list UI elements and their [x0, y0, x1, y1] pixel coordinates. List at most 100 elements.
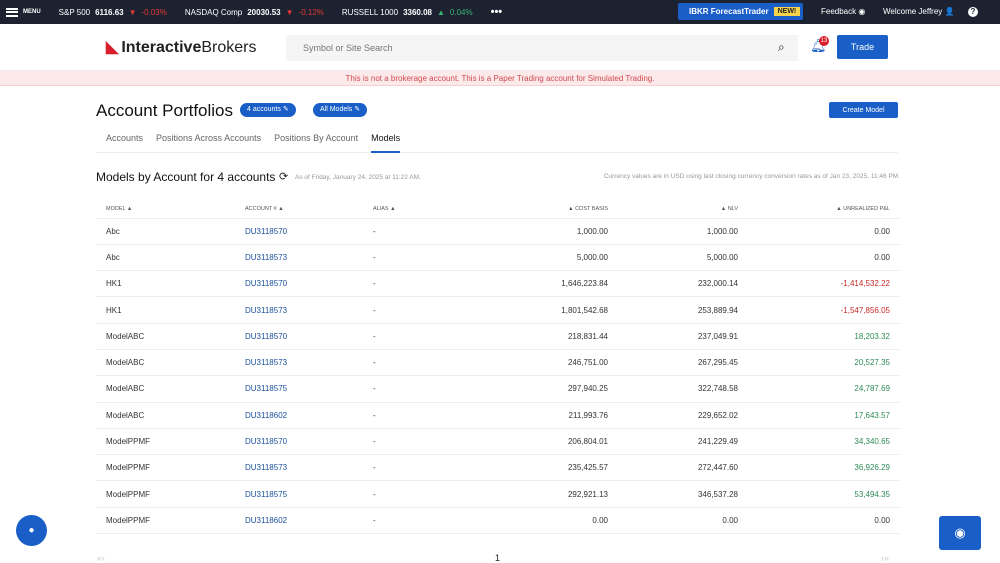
cost-basis-cell: 246,751.00 — [473, 349, 608, 377]
cost-basis-cell: 235,425.57 — [473, 454, 608, 482]
ticker[interactable]: RUSSELL 1000 3360.08 ▲ 0.04% — [342, 8, 473, 17]
pager-prev[interactable]: «‹ — [97, 553, 105, 563]
account-link[interactable]: DU3118570 — [245, 437, 287, 446]
tab-positions-by-account[interactable]: Positions By Account — [264, 125, 358, 152]
pager-next[interactable]: ›» — [881, 553, 889, 563]
header-account[interactable]: ACCOUNT # ▲ — [245, 200, 373, 219]
account-link[interactable]: DU3118573 — [245, 463, 287, 472]
paper-trading-warning: This is not a brokerage account. This is… — [0, 71, 1000, 86]
header-nlv[interactable]: ▲ NLV — [608, 200, 738, 219]
account-cell[interactable]: DU3118573 — [245, 296, 373, 324]
header-model[interactable]: MODEL ▲ — [96, 200, 245, 219]
account-cell[interactable]: DU3118573 — [245, 454, 373, 482]
unrealized-pnl-cell: 34,340.65 — [738, 428, 900, 456]
nlv-cell: 241,229.49 — [608, 428, 738, 456]
account-link[interactable]: DU3118570 — [245, 332, 287, 341]
nlv-cell: 272,447.60 — [608, 454, 738, 482]
refresh-icon[interactable]: ⟳ — [279, 170, 288, 183]
user-icon: 👤 — [944, 7, 955, 16]
model-cell: ModelABC — [96, 349, 245, 377]
account-cell[interactable]: DU3118570 — [245, 323, 373, 350]
nlv-cell: 237,049.91 — [608, 323, 738, 350]
account-link[interactable]: DU3118573 — [245, 358, 287, 367]
table-row: ModelABC DU3118602 - 211,993.76 229,652.… — [96, 402, 900, 429]
cost-basis-cell: 211,993.76 — [473, 402, 608, 429]
alias-cell: - — [373, 507, 473, 535]
nlv-cell: 322,748.58 — [608, 375, 738, 403]
pencil-icon: ✎ — [354, 106, 361, 113]
account-link[interactable]: DU3118570 — [245, 279, 287, 288]
header-unrealized-pnl[interactable]: ▲ UNREALIZED P&L — [738, 200, 900, 219]
cost-basis-cell: 1,646,223.84 — [473, 270, 608, 298]
model-cell: ModelPPMF — [96, 454, 245, 482]
table-row: HK1 DU3118573 - 1,801,542.68 253,889.94 … — [96, 296, 900, 324]
accounts-filter-button[interactable]: 4 accounts ✎ — [240, 103, 296, 117]
header-alias[interactable]: ALIAS ▲ — [373, 200, 473, 219]
account-cell[interactable]: DU3118573 — [245, 349, 373, 377]
tab-positions-across-accounts[interactable]: Positions Across Accounts — [146, 125, 261, 152]
nlv-cell: 232,000.14 — [608, 270, 738, 298]
support-icon: ◉ — [954, 525, 966, 540]
tab-accounts[interactable]: Accounts — [96, 125, 143, 152]
header-cost-basis[interactable]: ▲ COST BASIS — [473, 200, 608, 219]
ticker[interactable]: NASDAQ Comp 20030.53 ▼ -0.12% — [185, 8, 324, 17]
notification-count: 13 — [819, 36, 829, 46]
account-cell[interactable]: DU3118575 — [245, 480, 373, 508]
logo[interactable]: ◣ InteractiveBrokers — [106, 37, 256, 57]
account-link[interactable]: DU3118602 — [245, 411, 287, 420]
unrealized-pnl-cell: 24,787.69 — [738, 375, 900, 403]
unrealized-pnl-cell: 18,203.32 — [738, 323, 900, 350]
account-cell[interactable]: DU3118602 — [245, 402, 373, 429]
unrealized-pnl-cell: 36,926.29 — [738, 454, 900, 482]
table-row: ModelPPMF DU3118570 - 206,804.01 241,229… — [96, 428, 900, 456]
search-icon[interactable]: ⌕ — [778, 40, 785, 55]
table-row: HK1 DU3118570 - 1,646,223.84 232,000.14 … — [96, 270, 900, 298]
models-filter-button[interactable]: All Models ✎ — [313, 103, 368, 117]
cost-basis-cell: 206,804.01 — [473, 428, 608, 456]
help-icon[interactable]: ? — [968, 7, 978, 17]
pager-current-page[interactable]: 1 — [495, 553, 500, 563]
unrealized-pnl-cell: 17,643.57 — [738, 402, 900, 429]
cost-basis-cell: 297,940.25 — [473, 375, 608, 403]
account-link[interactable]: DU3118570 — [245, 227, 287, 236]
chat-assistant-button[interactable]: ● — [16, 515, 47, 546]
arrow-down-icon: ▼ — [128, 7, 137, 17]
nlv-cell: 229,652.02 — [608, 402, 738, 429]
account-cell[interactable]: DU3118570 — [245, 428, 373, 456]
create-model-button[interactable]: Create Model — [829, 102, 898, 118]
cost-basis-cell: 5,000.00 — [473, 244, 608, 272]
support-chat-button[interactable]: ◉ — [939, 516, 981, 550]
tab-models[interactable]: Models — [371, 125, 401, 153]
account-cell[interactable]: DU3118573 — [245, 244, 373, 272]
alias-cell: - — [373, 349, 473, 377]
account-cell[interactable]: DU3118570 — [245, 218, 373, 245]
account-cell[interactable]: DU3118575 — [245, 375, 373, 403]
alias-cell: - — [373, 218, 473, 245]
unrealized-pnl-cell: -1,547,856.05 — [738, 296, 900, 324]
feedback-link[interactable]: Feedback ◉ — [821, 7, 865, 16]
more-tickers-button[interactable]: ••• — [491, 6, 503, 18]
account-link[interactable]: DU3118575 — [245, 490, 287, 499]
search-input[interactable] — [286, 35, 798, 61]
forecast-trader-button[interactable]: IBKR ForecastTrader NEW! — [678, 3, 803, 20]
account-link[interactable]: DU3118573 — [245, 306, 287, 315]
table-row: ModelPPMF DU3118575 - 292,921.13 346,537… — [96, 480, 900, 508]
user-menu[interactable]: Welcome Jeffrey 👤 — [883, 7, 954, 16]
account-cell[interactable]: DU3118602 — [245, 507, 373, 535]
feedback-icon: ◉ — [858, 7, 866, 16]
trade-button[interactable]: Trade — [837, 35, 888, 59]
model-cell: ModelABC — [96, 402, 245, 429]
new-badge: NEW! — [773, 7, 801, 16]
nlv-cell: 267,295.45 — [608, 349, 738, 377]
ticker[interactable]: S&P 500 6116.63 ▼ -0.03% — [59, 8, 167, 17]
account-link[interactable]: DU3118602 — [245, 516, 287, 525]
menu-button[interactable]: MENU — [6, 7, 41, 17]
table-row: ModelPPMF DU3118602 - 0.00 0.00 0.00 — [96, 507, 900, 535]
table-row: ModelPPMF DU3118573 - 235,425.57 272,447… — [96, 454, 900, 482]
unrealized-pnl-cell: 53,494.35 — [738, 480, 900, 508]
account-cell[interactable]: DU3118570 — [245, 270, 373, 298]
account-link[interactable]: DU3118575 — [245, 384, 287, 393]
unrealized-pnl-cell: 20,527.35 — [738, 349, 900, 377]
model-cell: ModelPPMF — [96, 480, 245, 508]
account-link[interactable]: DU3118573 — [245, 253, 287, 262]
